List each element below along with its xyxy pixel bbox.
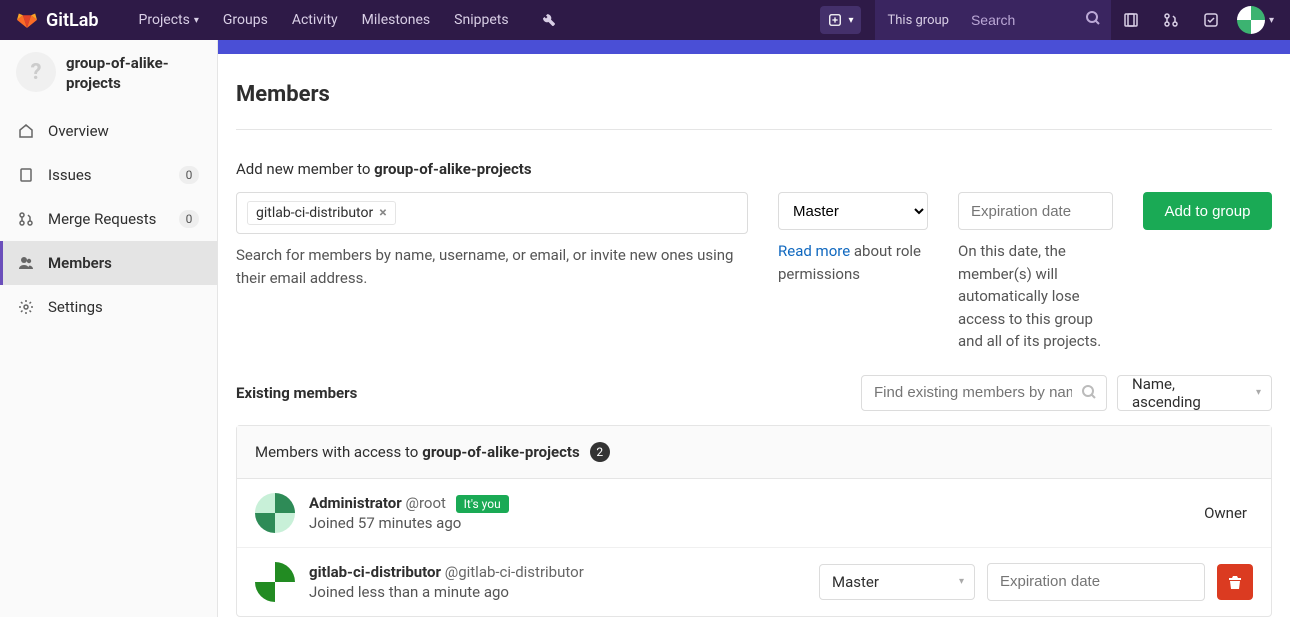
search-icon[interactable] [1085, 10, 1101, 30]
existing-members-header: Existing members Name, ascending ▾ [236, 375, 1272, 411]
member-token: gitlab-ci-distributor × [247, 201, 396, 225]
member-avatar-icon [255, 493, 295, 533]
its-you-badge: It's you [456, 495, 509, 513]
member-row: gitlab-ci-distributor @gitlab-ci-distrib… [237, 548, 1271, 616]
plus-icon [828, 13, 842, 27]
top-navbar: GitLab Projects ▾ Groups Activity Milest… [0, 0, 1290, 40]
member-help-text: Search for members by name, username, or… [236, 244, 748, 289]
member-name[interactable]: gitlab-ci-distributor [309, 563, 441, 581]
sidebar-item-settings[interactable]: Settings [0, 285, 217, 329]
expiration-help-text: On this date, the member(s) will automat… [958, 240, 1113, 353]
nav-projects[interactable]: Projects ▾ [127, 0, 211, 40]
sidebar-item-label: Issues [48, 166, 165, 184]
gear-icon [18, 299, 34, 315]
sidebar-group-header[interactable]: ? group-of-alike-projects [0, 40, 217, 103]
add-member-heading: Add new member to group-of-alike-project… [236, 160, 1272, 178]
remove-token-icon[interactable]: × [379, 205, 386, 221]
nav-right: ▾ This group ▾ [820, 0, 1274, 40]
panel-head-prefix: Members with access to [255, 443, 418, 461]
nav-primary: Projects ▾ Groups Activity Milestones Sn… [127, 0, 569, 40]
member-handle: @root [406, 494, 446, 512]
member-joined: Joined 57 minutes ago [309, 514, 1204, 532]
alert-bar [218, 40, 1290, 54]
brand[interactable]: GitLab [16, 8, 99, 33]
member-handle: @gitlab-ci-distributor [445, 563, 584, 581]
member-row: Administrator @root It's you Joined 57 m… [237, 479, 1271, 548]
read-more-link[interactable]: Read more [778, 242, 850, 260]
member-count-badge: 2 [590, 442, 610, 462]
user-avatar-icon [1237, 6, 1265, 34]
sidebar-item-label: Merge Requests [48, 210, 165, 228]
existing-members-title: Existing members [236, 384, 357, 402]
member-role-select[interactable]: Master ▾ [819, 564, 975, 600]
search-input[interactable] [971, 12, 1081, 28]
page-title: Members [236, 82, 1272, 130]
add-to-group-button[interactable]: Add to group [1143, 192, 1272, 230]
add-member-form: gitlab-ci-distributor × Search for membe… [236, 192, 1272, 353]
sidebar-item-issues[interactable]: Issues 0 [0, 153, 217, 197]
sidebar-item-merge-requests[interactable]: Merge Requests 0 [0, 197, 217, 241]
main-area: Members Add new member to group-of-alike… [218, 40, 1290, 617]
group-name: group-of-alike-projects [66, 52, 201, 93]
member-token-label: gitlab-ci-distributor [256, 205, 373, 221]
group-avatar-icon: ? [16, 52, 56, 92]
todos-icon[interactable] [1191, 0, 1231, 40]
find-members-input[interactable] [861, 375, 1107, 411]
search-box [961, 0, 1111, 40]
search-scope[interactable]: This group [875, 0, 960, 40]
sidebar-item-label: Overview [48, 122, 199, 140]
member-role-text: Owner [1204, 504, 1247, 522]
nav-aux-icons [1111, 0, 1231, 40]
sidebar-item-members[interactable]: Members [0, 241, 217, 285]
nav-milestones[interactable]: Milestones [350, 0, 443, 40]
role-help-text: Read more about role permissions [778, 240, 928, 285]
nav-activity[interactable]: Activity [280, 0, 350, 40]
sort-label: Name, ascending [1132, 375, 1241, 411]
admin-wrench-icon[interactable] [529, 0, 569, 40]
member-search-input[interactable]: gitlab-ci-distributor × [236, 192, 748, 234]
user-menu[interactable]: ▾ [1231, 6, 1274, 34]
sidebar-item-overview[interactable]: Overview [0, 109, 217, 153]
member-name-line: Administrator @root It's you [309, 494, 1204, 512]
count-badge: 0 [179, 210, 199, 228]
chevron-down-icon: ▾ [848, 15, 853, 26]
merge-requests-icon [18, 211, 34, 227]
member-role-label: Master [832, 573, 879, 591]
members-panel: Members with access to group-of-alike-pr… [236, 425, 1272, 617]
member-name[interactable]: Administrator [309, 494, 402, 512]
member-joined: Joined less than a minute ago [309, 583, 819, 601]
brand-text: GitLab [46, 10, 99, 31]
issues-icon [18, 167, 34, 183]
trash-icon [1227, 574, 1243, 590]
gitlab-logo-icon [16, 8, 38, 33]
nav-snippets[interactable]: Snippets [442, 0, 520, 40]
member-expiration-input[interactable] [987, 563, 1205, 601]
panel-header: Members with access to group-of-alike-pr… [237, 426, 1271, 479]
member-avatar-icon [255, 562, 295, 602]
add-member-prefix: Add new member to [236, 160, 374, 178]
sidebar-item-label: Settings [48, 298, 199, 316]
nav-groups[interactable]: Groups [211, 0, 280, 40]
chevron-down-icon: ▾ [194, 15, 199, 26]
chevron-down-icon: ▾ [959, 576, 964, 587]
sidebar: ? group-of-alike-projects Overview Issue… [0, 40, 218, 617]
role-select[interactable]: Master [778, 192, 928, 230]
expiration-input[interactable] [958, 192, 1113, 230]
home-icon [18, 123, 34, 139]
remove-member-button[interactable] [1217, 564, 1253, 600]
count-badge: 0 [179, 166, 199, 184]
add-member-group-name: group-of-alike-projects [374, 160, 531, 178]
search-icon[interactable] [1081, 384, 1097, 404]
member-name-line: gitlab-ci-distributor @gitlab-ci-distrib… [309, 563, 819, 581]
chevron-down-icon: ▾ [1256, 387, 1261, 398]
sort-dropdown[interactable]: Name, ascending ▾ [1117, 375, 1272, 411]
new-menu[interactable]: ▾ [820, 6, 861, 34]
merge-requests-icon[interactable] [1151, 0, 1191, 40]
nav-projects-label: Projects [139, 12, 190, 28]
panel-group-name: group-of-alike-projects [422, 443, 579, 461]
chevron-down-icon: ▾ [1269, 15, 1274, 26]
issues-icon[interactable] [1111, 0, 1151, 40]
sidebar-item-label: Members [48, 254, 199, 272]
members-icon [18, 255, 34, 271]
